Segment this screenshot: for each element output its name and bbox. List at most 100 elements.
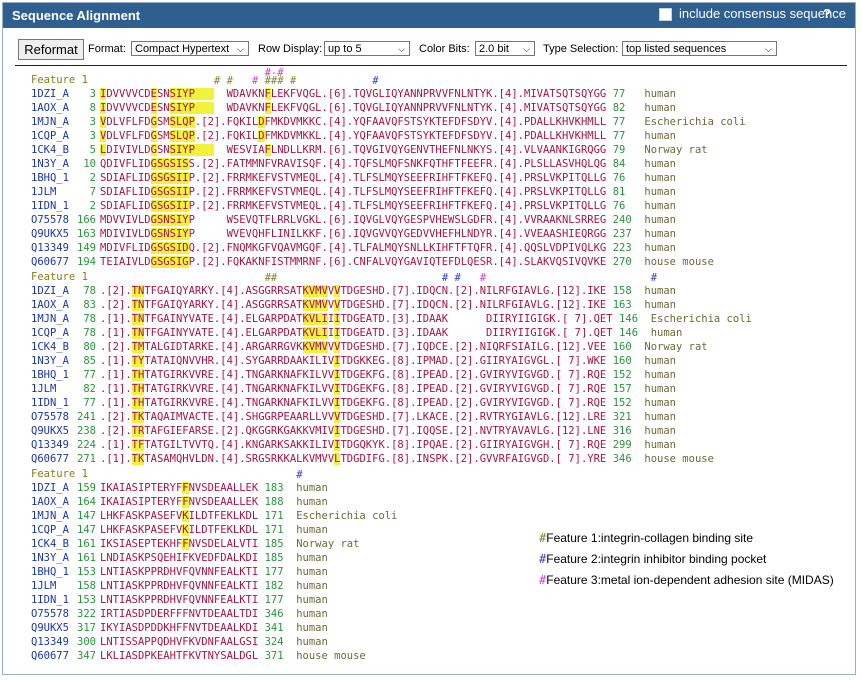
sequence-accession-link[interactable]: 1CQP_A bbox=[31, 326, 69, 340]
sequence-accession-link[interactable]: Q60677 bbox=[31, 649, 69, 663]
legend-item-feature-2: #Feature 2:integrin inhibitor binding po… bbox=[539, 552, 766, 566]
sequence-accession-link[interactable]: 1DZI_A bbox=[31, 284, 69, 298]
sequence-accession-link[interactable]: 1MJN_A bbox=[31, 115, 69, 129]
organism-name: human bbox=[644, 439, 676, 451]
sequence-accession-link[interactable]: 1CK4_B bbox=[31, 340, 69, 354]
sequence-accession-link[interactable]: O75578 bbox=[31, 213, 69, 227]
sequence-accession-link[interactable]: Q9UKX5 bbox=[31, 227, 69, 241]
end-position: 341 bbox=[264, 622, 284, 634]
conserved-residue: F bbox=[182, 496, 189, 508]
sequence-accession-link[interactable]: 1CQP_A bbox=[31, 523, 69, 537]
sequence-text: MDVVIVLDGSNSIYP WSEVQTFLRRLVGKL.[6].IQVG… bbox=[100, 214, 607, 226]
chevron-down-icon: ⌵ bbox=[765, 44, 772, 54]
sequence-accession-link[interactable]: Q60677 bbox=[31, 452, 69, 466]
end-position: 146 bbox=[619, 327, 639, 339]
conserved-residue: I bbox=[334, 369, 341, 381]
divider bbox=[15, 65, 847, 66]
consensus-checkbox[interactable] bbox=[659, 8, 672, 21]
sequence-accession-link[interactable]: 1JLM bbox=[31, 382, 56, 396]
end-position: 346 bbox=[264, 608, 284, 620]
organism-name: human bbox=[644, 228, 676, 240]
legend-text: Feature 3:metal ion-dependent adhesion s… bbox=[546, 573, 834, 587]
conserved-residue: I bbox=[334, 355, 341, 367]
sequence-accession-link[interactable]: Q9UKX5 bbox=[31, 621, 69, 635]
conserved-residue: S bbox=[169, 130, 176, 142]
end-position: 152 bbox=[612, 369, 632, 381]
row-display-value: up to 5 bbox=[328, 43, 362, 55]
sequence-accession-link[interactable]: Q9UKX5 bbox=[31, 424, 69, 438]
sequence-accession-link[interactable]: 1N3Y_A bbox=[31, 157, 69, 171]
type-selection-value: top listed sequences bbox=[626, 43, 727, 55]
chevron-down-icon: ⌵ bbox=[237, 44, 244, 54]
organism-name: human bbox=[644, 411, 676, 423]
end-position: 163 bbox=[612, 299, 632, 311]
conserved-residue: V bbox=[334, 285, 341, 297]
conserved-residue: I bbox=[182, 172, 189, 184]
sequence-accession-link[interactable]: 1IDN_1 bbox=[31, 199, 69, 213]
sequence-accession-link[interactable]: O75578 bbox=[31, 410, 69, 424]
sequence-accession-link[interactable]: Q13349 bbox=[31, 635, 69, 649]
sequence-accession-link[interactable]: Q13349 bbox=[31, 438, 69, 452]
title-bar: Sequence Alignment include consensus seq… bbox=[3, 3, 855, 28]
help-icon[interactable]: ? bbox=[823, 6, 831, 21]
start-position: 164 bbox=[77, 496, 96, 508]
sequence-accession-link[interactable]: 1AOX_A bbox=[31, 298, 69, 312]
organism-name: human bbox=[296, 608, 328, 620]
sequence-text: LDIVIVLDGSNSIYP WESVIAFLNDLLKRM.[6].TQVG… bbox=[100, 144, 607, 156]
sequence-accession-link[interactable]: 1JLM bbox=[31, 185, 56, 199]
organism-name: human bbox=[296, 580, 328, 592]
sequence-accession-link[interactable]: 1N3Y_A bbox=[31, 551, 69, 565]
conserved-residue: K bbox=[302, 313, 309, 325]
end-position: 146 bbox=[619, 313, 639, 325]
start-position: 8 bbox=[89, 102, 96, 114]
organism-name: human bbox=[650, 327, 683, 339]
consensus-label[interactable]: include consensus sequence bbox=[679, 6, 846, 21]
conserved-residue: S bbox=[169, 242, 176, 254]
sequence-text: LNTIASKPPRDHVFQVNNFEALKTI bbox=[100, 594, 259, 606]
sequence-text: IKAIASIPTERYFFNVSDEAALLEK bbox=[100, 482, 259, 494]
sequence-text: .[2].TRTAFGIEFARSE.[2].QKGGRKGAKKVMIVITD… bbox=[100, 425, 607, 437]
sequence-accession-link[interactable]: Q60677 bbox=[31, 255, 69, 269]
organism-name: human bbox=[296, 566, 328, 578]
conserved-residue: G bbox=[163, 158, 170, 170]
conserved-residue: S bbox=[169, 102, 176, 114]
reformat-button[interactable]: Reformat bbox=[18, 39, 84, 60]
sequence-accession-link[interactable]: 1IDN_1 bbox=[31, 396, 69, 410]
color-bits-select[interactable]: 2.0 bit ⌵ bbox=[475, 41, 535, 56]
conserved-residue: I bbox=[182, 200, 189, 212]
conserved-residue: F bbox=[182, 538, 189, 550]
sequence-accession-link[interactable]: 1JLM bbox=[31, 579, 56, 593]
end-position: 157 bbox=[612, 383, 632, 395]
organism-name: Norway rat bbox=[296, 538, 360, 550]
type-selection-select[interactable]: top listed sequences ⌵ bbox=[622, 41, 777, 56]
sequence-accession-link[interactable]: 1MJN_A bbox=[31, 509, 69, 523]
organism-name: human bbox=[644, 299, 676, 311]
sequence-accession-link[interactable]: 1CK4_B bbox=[31, 537, 69, 551]
sequence-accession-link[interactable]: 1IDN_1 bbox=[31, 593, 69, 607]
sequence-accession-link[interactable]: Q13349 bbox=[31, 241, 69, 255]
sequence-text: TEIAIVLDGSGSIGP.[2].FQKAKNFISTMMRNF.[6].… bbox=[100, 256, 607, 268]
sequence-accession-link[interactable]: 1CK4_B bbox=[31, 143, 69, 157]
conserved-residue: H bbox=[137, 369, 145, 381]
conserved-residue: P bbox=[188, 144, 195, 156]
sequence-accession-link[interactable]: 1CQP_A bbox=[31, 129, 69, 143]
sequence-accession-link[interactable]: 1N3Y_A bbox=[31, 354, 69, 368]
sequence-accession-link[interactable]: 1BHQ_1 bbox=[31, 171, 69, 185]
conserved-residue: E bbox=[150, 88, 157, 100]
row-display-select[interactable]: up to 5 ⌵ bbox=[324, 41, 410, 56]
end-position: 160 bbox=[612, 341, 632, 353]
sequence-accession-link[interactable]: 1DZI_A bbox=[31, 87, 69, 101]
sequence-accession-link[interactable]: 1BHQ_1 bbox=[31, 368, 69, 382]
end-position: 316 bbox=[612, 425, 632, 437]
sequence-accession-link[interactable]: 1MJN_A bbox=[31, 312, 69, 326]
sequence-accession-link[interactable]: 1BHQ_1 bbox=[31, 565, 69, 579]
organism-name: human bbox=[296, 622, 328, 634]
sequence-accession-link[interactable]: 1AOX_A bbox=[31, 101, 69, 115]
conserved-residue: I bbox=[321, 313, 328, 325]
format-select[interactable]: Compact Hypertext ⌵ bbox=[131, 41, 249, 56]
sequence-accession-link[interactable]: O75578 bbox=[31, 607, 69, 621]
start-position: 161 bbox=[77, 552, 96, 564]
sequence-accession-link[interactable]: 1DZI_A bbox=[31, 481, 69, 495]
conserved-residue: K bbox=[137, 453, 145, 465]
sequence-accession-link[interactable]: 1AOX_A bbox=[31, 495, 69, 509]
